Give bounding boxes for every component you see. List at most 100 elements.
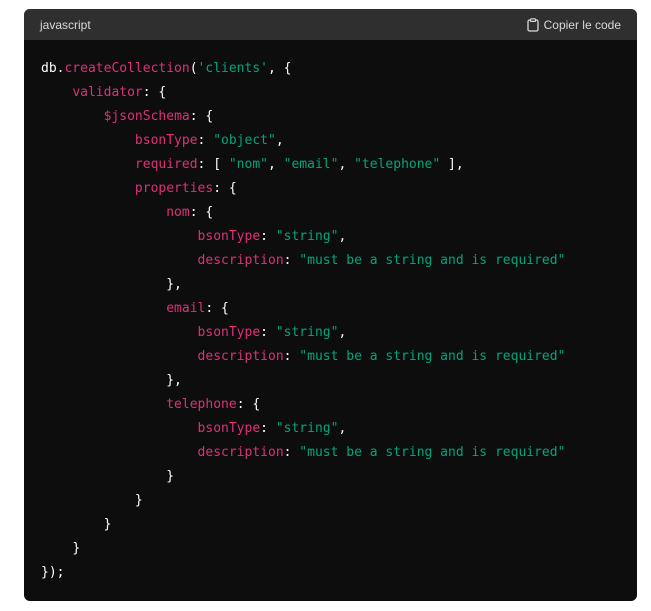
code-token-plain: :: [283, 253, 300, 268]
code-line: description: "must be a string and is re…: [41, 345, 566, 369]
code-token-string: "email": [283, 157, 339, 172]
code-token-keyword: validator: [72, 85, 143, 100]
code-token-string: "telephone": [354, 157, 441, 172]
code-token-plain: :: [260, 421, 276, 436]
code-token-keyword: description: [197, 445, 284, 460]
code-token-keyword: bsonType: [197, 325, 261, 340]
code-token-plain: : {: [213, 181, 237, 196]
language-label: javascript: [40, 17, 91, 32]
code-block: javascript Copier le code db.createColle…: [24, 9, 637, 601]
code-line: bsonType: "string",: [41, 225, 565, 249]
code-line: bsonType: "object",: [41, 129, 565, 153]
copy-code-button[interactable]: Copier le code: [526, 17, 621, 32]
code-token-plain: : {: [236, 397, 261, 412]
code-token-plain: db.: [41, 61, 65, 76]
code-token-plain: ],: [440, 157, 464, 172]
code-token-plain: : {: [205, 301, 229, 316]
code-token-plain: : {: [142, 85, 167, 100]
code-token-plain: : [: [197, 157, 229, 172]
code-token-keyword: createCollection: [64, 61, 190, 76]
code-line: }: [41, 513, 565, 537]
code-token-keyword: telephone: [166, 397, 237, 412]
code-line: bsonType: "string",: [41, 321, 565, 345]
code-token-string: "string": [275, 229, 339, 244]
code-line: db.createCollection('clients', {: [41, 57, 565, 81]
code-line: }: [41, 465, 565, 489]
code-token-keyword: required: [134, 157, 198, 172]
code-line: },: [41, 273, 565, 297]
code-token-plain: ,: [338, 421, 347, 436]
code-token-string: "string": [275, 421, 339, 436]
code-token-string: "must be a string and is required": [299, 253, 566, 268]
code-content: db.createCollection('clients', { validat…: [41, 57, 565, 585]
code-token-plain: }: [134, 493, 143, 508]
code-token-plain: ,: [338, 229, 347, 244]
code-token-keyword: bsonType: [197, 229, 261, 244]
code-token-plain: :: [197, 133, 214, 148]
code-token-plain: : {: [189, 109, 214, 124]
code-token-string: 'clients': [197, 61, 268, 76]
code-token-string: "must be a string and is required": [299, 445, 566, 460]
code-line: nom: {: [41, 201, 565, 225]
code-token-plain: , {: [268, 61, 292, 76]
code-line: }: [41, 537, 565, 561]
code-token-plain: ,: [338, 325, 347, 340]
code-line: bsonType: "string",: [41, 417, 565, 441]
code-token-plain: ,: [275, 133, 284, 148]
code-token-string: "must be a string and is required": [299, 349, 566, 364]
code-token-plain: (: [189, 61, 198, 76]
code-line: },: [41, 369, 565, 393]
code-line: email: {: [41, 297, 565, 321]
code-token-plain: },: [166, 373, 182, 388]
code-token-keyword: bsonType: [197, 421, 261, 436]
code-token-plain: }: [103, 517, 112, 532]
code-token-plain: },: [166, 277, 182, 292]
code-line: properties: {: [41, 177, 565, 201]
code-token-plain: :: [260, 325, 276, 340]
code-token-keyword: description: [197, 253, 284, 268]
code-token-keyword: bsonType: [134, 133, 198, 148]
code-token-plain: :: [283, 349, 300, 364]
code-token-plain: :: [283, 445, 300, 460]
code-token-keyword: description: [197, 349, 284, 364]
code-token-keyword: email: [166, 301, 206, 316]
code-line: $jsonSchema: {: [41, 105, 565, 129]
code-header: javascript Copier le code: [24, 9, 637, 40]
code-line: description: "must be a string and is re…: [41, 441, 566, 465]
code-token-string: "nom": [228, 157, 268, 172]
code-line: required: [ "nom", "email", "telephone" …: [41, 153, 565, 177]
copy-code-label: Copier le code: [543, 17, 621, 32]
code-line: }: [41, 489, 565, 513]
code-token-keyword: properties: [134, 181, 214, 196]
code-token-string: "string": [275, 325, 339, 340]
code-token-plain: }: [166, 469, 175, 484]
code-token-keyword: nom: [166, 205, 190, 220]
code-token-plain: });: [41, 565, 65, 580]
clipboard-icon: [526, 17, 539, 32]
code-token-plain: :: [260, 229, 276, 244]
code-token-plain: ,: [338, 157, 355, 172]
code-line: });: [41, 561, 565, 585]
code-line: validator: {: [41, 81, 565, 105]
code-token-plain: }: [72, 541, 81, 556]
code-token-plain: ,: [268, 157, 284, 172]
code-line: description: "must be a string and is re…: [41, 249, 566, 273]
